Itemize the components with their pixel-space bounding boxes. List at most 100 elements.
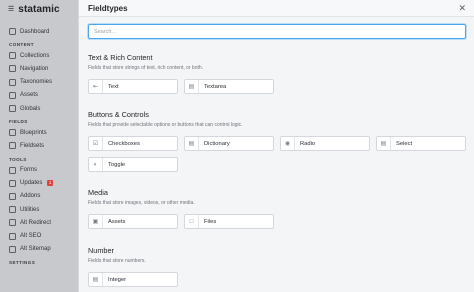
utilities-icon: [9, 206, 16, 214]
search-input[interactable]: [88, 24, 466, 39]
fieldtype-assets[interactable]: ▣ Assets: [88, 214, 178, 229]
sidebar-item-label: Utilities: [20, 206, 40, 213]
updates-icon: [9, 179, 16, 187]
group-description: Fields that provide selectable options o…: [88, 122, 243, 128]
sidebar-item-label: Collections: [20, 52, 50, 59]
sidebar-item-label: Globals: [20, 105, 41, 112]
fieldtype-label: Textarea: [204, 83, 227, 90]
forms-icon: [9, 166, 16, 174]
navigation-icon: [9, 65, 16, 73]
sidebar-item-label: Alt Sitemap: [20, 246, 51, 253]
group-text-rich-content: Text & Rich Content Fields that store st…: [88, 53, 203, 71]
group-buttons-controls: Buttons & Controls Fields that provide s…: [88, 110, 243, 128]
panel-title: Fieldtypes: [88, 3, 128, 13]
sidebar-nav: Dashboard CONTENT Collections Navigation…: [0, 25, 78, 267]
fieldtype-radio[interactable]: ◉ Radio: [280, 136, 370, 151]
fieldtype-label: Files: [204, 218, 217, 225]
sidebar-item-dashboard[interactable]: Dashboard: [0, 25, 78, 38]
sidebar-item-globals[interactable]: Globals: [0, 102, 78, 115]
brand: ☰ statamic: [0, 0, 78, 18]
sidebar-item-label: Alt SEO: [20, 233, 42, 240]
sidebar-item-label: Alt Redirect: [20, 219, 52, 226]
sidebar-item-utilities[interactable]: Utilities: [0, 203, 78, 216]
sidebar-item-label: Blueprints: [20, 129, 47, 136]
file-icon: □: [185, 215, 199, 228]
radio-icon: ◉: [281, 137, 295, 150]
fieldtype-label: Assets: [108, 218, 126, 225]
redirect-icon: [9, 219, 16, 227]
image-icon: ▣: [89, 215, 103, 228]
sidebar-section-fields: FIELDS: [9, 119, 28, 125]
fieldtype-textarea[interactable]: ▤ Textarea: [184, 79, 274, 94]
group-description: Fields that store strings of text, rich …: [88, 65, 204, 71]
sidebar-item-updates[interactable]: Updates 1: [0, 177, 78, 190]
text-icon: ⇤: [89, 80, 103, 93]
fieldtype-label: Select: [396, 140, 413, 147]
sidebar-item-alt-sitemap[interactable]: Alt Sitemap: [0, 243, 78, 256]
group-media: Media Fields that store images, videos, …: [88, 188, 195, 206]
fieldtype-label: Checkboxes: [108, 140, 140, 147]
sidebar-item-alt-redirect[interactable]: Alt Redirect: [0, 216, 78, 229]
dashboard-icon: [9, 28, 16, 36]
sidebar-item-label: Assets: [20, 92, 39, 99]
fieldtypes-panel: Fieldtypes ✕ Text & Rich Content Fields …: [78, 0, 474, 292]
sidebar-section-settings: SETTINGS: [9, 259, 36, 265]
sidebar-item-alt-seo[interactable]: Alt SEO: [0, 229, 78, 242]
panel-header: Fieldtypes ✕: [79, 0, 474, 17]
globals-icon: [9, 105, 16, 113]
fieldtype-checkboxes[interactable]: ☑ Checkboxes: [88, 136, 178, 151]
hamburger-icon[interactable]: ☰: [8, 6, 14, 13]
sidebar-item-fieldsets[interactable]: Fieldsets: [0, 139, 78, 152]
group-number: Number Fields that store numbers.: [88, 246, 146, 264]
group-title: Buttons & Controls: [88, 110, 149, 119]
sitemap-icon: [9, 245, 16, 253]
fieldsets-icon: [9, 142, 16, 150]
seo-icon: [9, 232, 16, 240]
sidebar-item-label: Fieldsets: [20, 142, 45, 149]
sidebar-item-assets[interactable]: Assets: [0, 89, 78, 102]
sidebar-item-label: Taxonomies: [20, 79, 53, 86]
group-title: Number: [88, 246, 114, 255]
dictionary-icon: ▤: [185, 137, 199, 150]
fieldtype-select[interactable]: ▤ Select: [376, 136, 466, 151]
fieldtype-label: Dictionary: [204, 140, 230, 147]
brand-name: statamic: [18, 3, 60, 15]
group-description: Fields that store images, videos, or oth…: [88, 200, 195, 206]
sidebar-item-label: Addons: [20, 193, 41, 200]
fieldtype-label: Toggle: [108, 161, 126, 168]
updates-badge: 1: [47, 180, 53, 187]
sidebar-item-navigation[interactable]: Navigation: [0, 62, 78, 75]
fieldtype-toggle[interactable]: ◐ Toggle: [88, 157, 178, 172]
checkbox-icon: ☑: [89, 137, 103, 150]
sidebar-section-tools: TOOLS: [9, 156, 27, 162]
sidebar-item-label: Forms: [20, 167, 37, 174]
integer-icon: ▤: [89, 273, 103, 286]
sidebar-item-label: Dashboard: [20, 28, 50, 35]
addons-icon: [9, 192, 16, 200]
fieldtype-integer[interactable]: ▤ Integer: [88, 272, 178, 287]
textarea-icon: ▤: [185, 80, 199, 93]
select-icon: ▤: [377, 137, 391, 150]
collections-icon: [9, 52, 16, 60]
fieldtype-files[interactable]: □ Files: [184, 214, 274, 229]
sidebar-item-collections[interactable]: Collections: [0, 49, 78, 62]
close-icon[interactable]: ✕: [458, 3, 466, 14]
assets-icon: [9, 91, 16, 99]
fieldtype-label: Integer: [108, 276, 127, 283]
group-title: Media: [88, 188, 108, 197]
sidebar-item-taxonomies[interactable]: Taxonomies: [0, 76, 78, 89]
fieldtype-dictionary[interactable]: ▤ Dictionary: [184, 136, 274, 151]
sidebar-item-forms[interactable]: Forms: [0, 164, 78, 177]
fieldtype-label: Text: [108, 83, 119, 90]
sidebar-item-addons[interactable]: Addons: [0, 190, 78, 203]
blueprints-icon: [9, 129, 16, 137]
sidebar-section-content: CONTENT: [9, 42, 35, 48]
toggle-icon: ◐: [89, 158, 103, 171]
fieldtype-text[interactable]: ⇤ Text: [88, 79, 178, 94]
sidebar: ☰ statamic Dashboard CONTENT Collections…: [0, 0, 78, 292]
sidebar-item-blueprints[interactable]: Blueprints: [0, 126, 78, 139]
fieldtype-label: Radio: [300, 140, 316, 147]
group-title: Text & Rich Content: [88, 53, 153, 62]
taxonomies-icon: [9, 78, 16, 86]
sidebar-item-label: Updates: [20, 180, 43, 187]
